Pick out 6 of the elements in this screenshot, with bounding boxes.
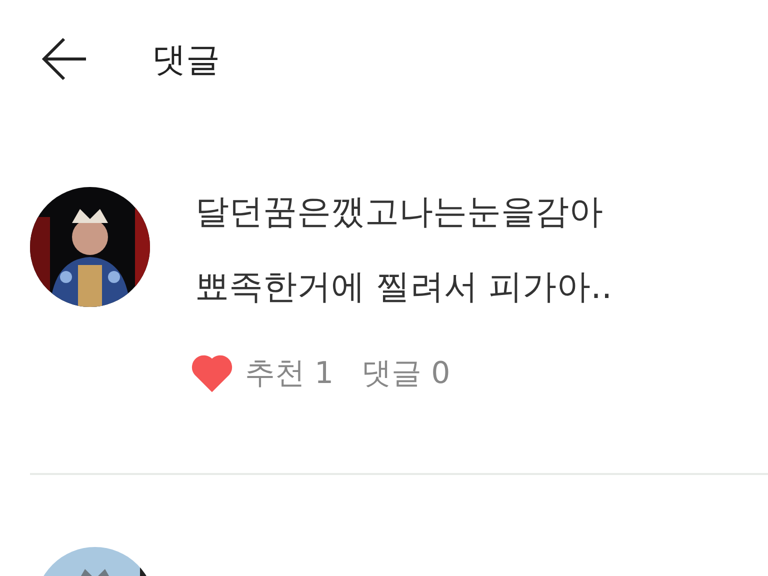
heart-icon[interactable]: [191, 354, 233, 392]
comment-text: 뾰족한거에 찔려서 피가아..: [195, 266, 612, 309]
page-title: 댓글: [152, 39, 220, 82]
comment-text: 달던꿈은깼고나는눈을감아: [195, 191, 604, 234]
reply-count[interactable]: 댓글 0: [362, 352, 450, 394]
like-count[interactable]: 추천 1: [245, 352, 334, 394]
